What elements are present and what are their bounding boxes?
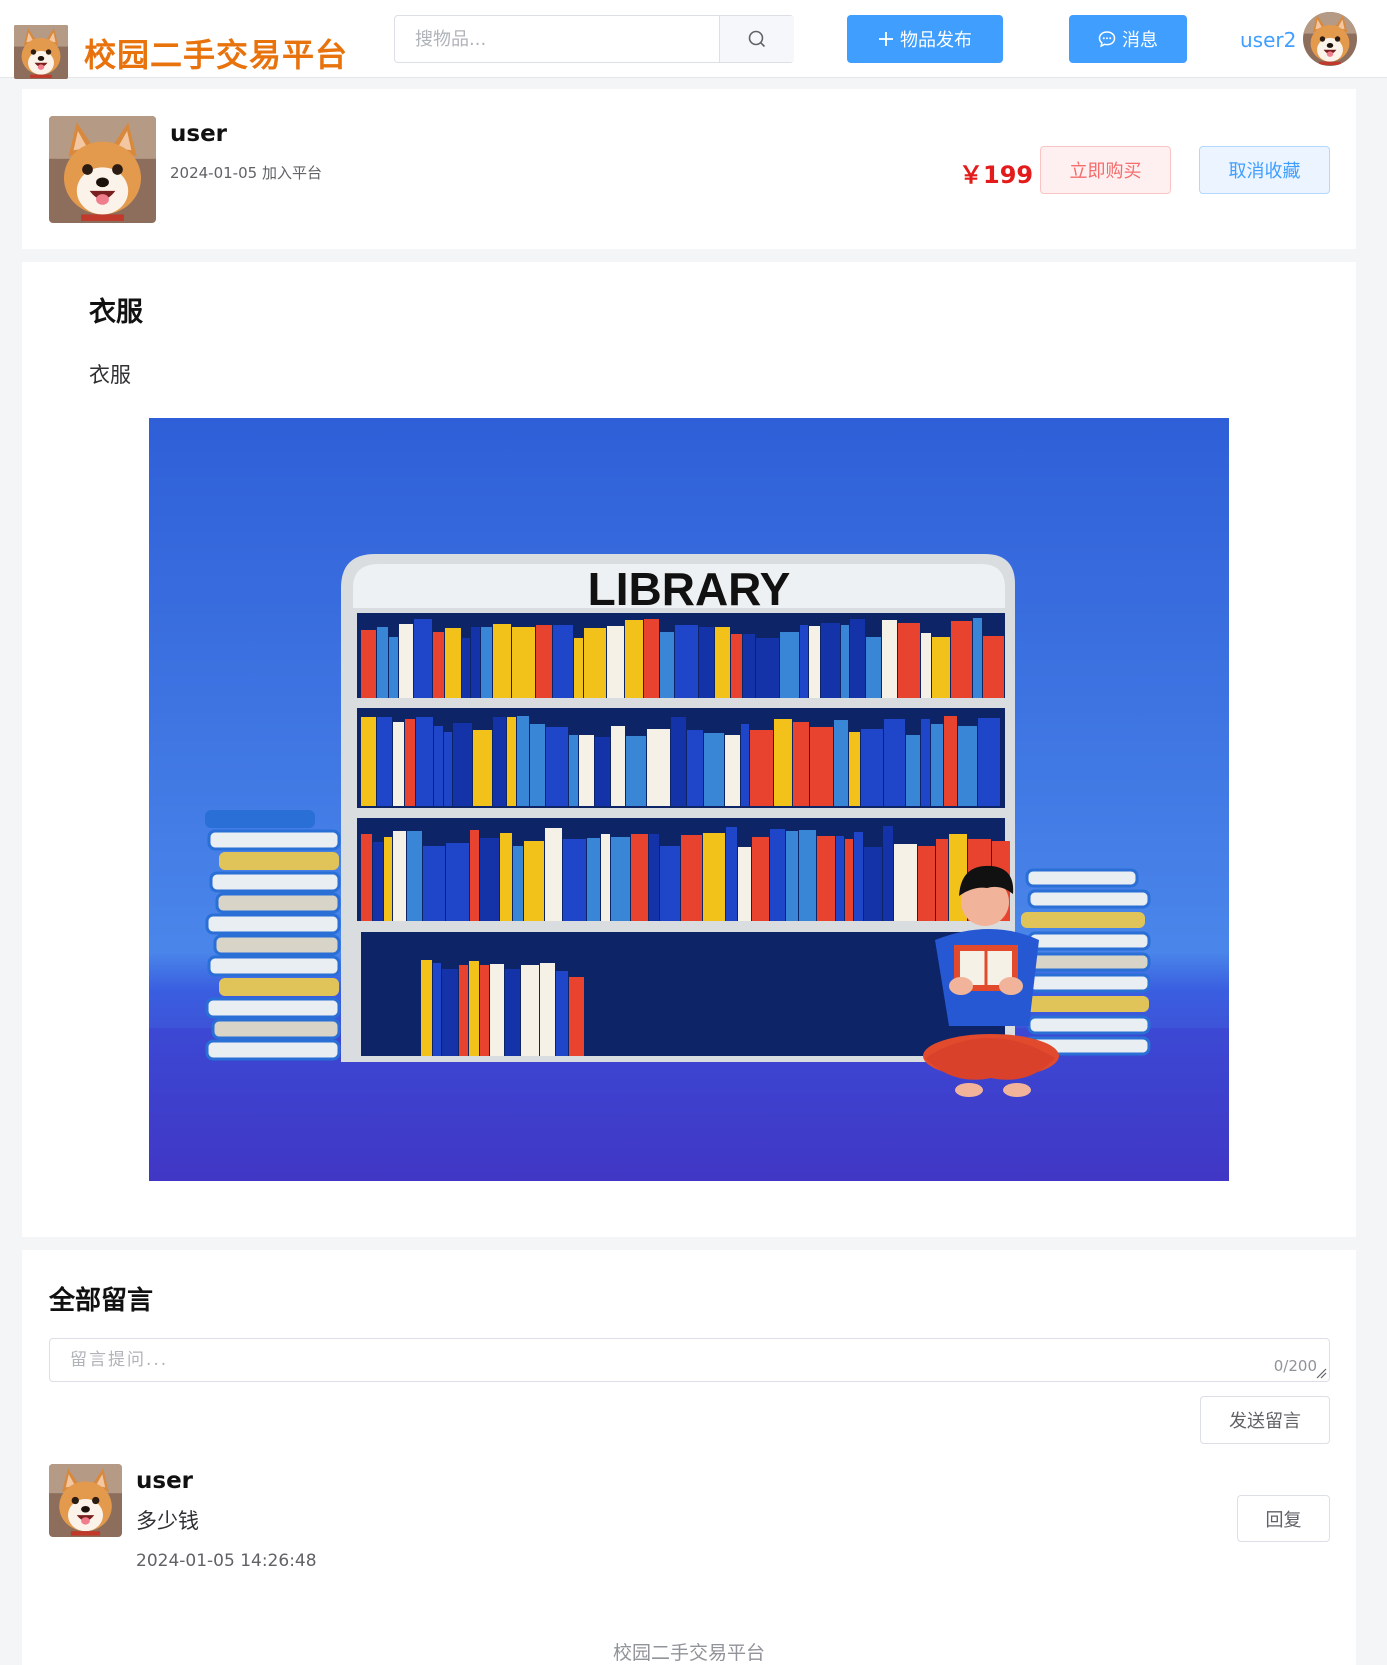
unfavorite-button[interactable]: 取消收藏 xyxy=(1199,146,1330,194)
buy-now-button[interactable]: 立即购买 xyxy=(1040,146,1171,194)
send-comment-button[interactable]: 发送留言 xyxy=(1200,1396,1330,1444)
search-input[interactable] xyxy=(395,16,719,62)
resize-grip-icon[interactable] xyxy=(1315,1367,1327,1379)
comment-text: 多少钱 xyxy=(136,1509,199,1533)
left-book-stack xyxy=(205,810,341,1061)
search-button[interactable] xyxy=(719,16,794,62)
top-navbar: 校园二手交易平台 物品发布 消息 user2 xyxy=(0,0,1387,78)
seller-joined-date: 2024-01-05 加入平台 xyxy=(170,164,322,182)
library-sign: LIBRARY xyxy=(588,563,791,615)
current-username[interactable]: user2 xyxy=(1240,28,1296,52)
item-detail-panel: 衣服 衣服 LIBRARY xyxy=(22,262,1356,1237)
commenter-name: user xyxy=(136,1468,194,1494)
seller-info-panel: user 2024-01-05 加入平台 ￥199 立即购买 取消收藏 xyxy=(22,89,1356,249)
comment-time: 2024-01-05 14:26:48 xyxy=(136,1551,317,1571)
messages-label: 消息 xyxy=(1122,30,1158,51)
footer-text: 校园二手交易平台 xyxy=(612,1642,765,1664)
site-logo-image[interactable] xyxy=(14,25,68,79)
item-title: 衣服 xyxy=(89,297,143,328)
chat-bubble-icon xyxy=(1098,30,1116,48)
reply-button[interactable]: 回复 xyxy=(1237,1495,1330,1542)
site-title[interactable]: 校园二手交易平台 xyxy=(84,30,348,76)
publish-item-label: 物品发布 xyxy=(900,30,972,51)
comments-heading: 全部留言 xyxy=(49,1286,154,1316)
comments-panel: 全部留言 0/200 发送留言 user 多少钱 2024-01-05 14:2… xyxy=(22,1250,1356,1665)
seller-avatar[interactable] xyxy=(49,116,156,223)
commenter-avatar[interactable] xyxy=(49,1464,122,1537)
comment-textarea: 0/200 xyxy=(49,1338,1330,1382)
messages-button[interactable]: 消息 xyxy=(1069,15,1187,63)
search-icon xyxy=(747,29,767,49)
comment-input[interactable] xyxy=(50,1339,1250,1381)
publish-item-button[interactable]: 物品发布 xyxy=(847,15,1003,63)
item-price: ￥199 xyxy=(959,161,1034,189)
search-bar xyxy=(394,15,794,63)
comment-char-count: 0/200 xyxy=(1273,1357,1317,1375)
current-user-avatar[interactable] xyxy=(1303,12,1357,66)
plus-icon xyxy=(878,31,894,47)
right-book-stack xyxy=(1021,868,1151,1056)
item-description: 衣服 xyxy=(89,363,131,387)
seller-name: user xyxy=(170,121,228,147)
item-image: LIBRARY xyxy=(149,418,1229,1181)
